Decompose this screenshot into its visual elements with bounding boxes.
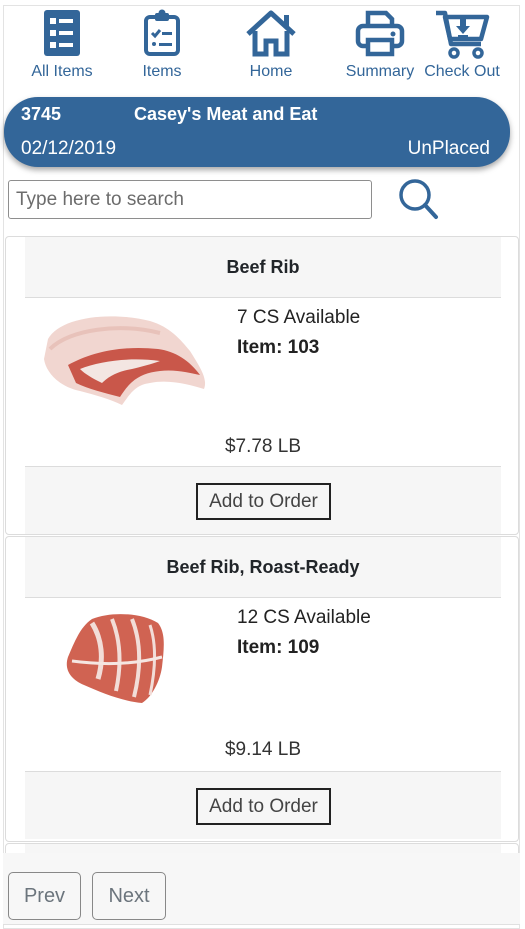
- nav-label: Home: [249, 63, 293, 80]
- pager: Prev Next: [3, 853, 520, 925]
- list-icon: [44, 10, 80, 56]
- product-name: Beef Rib: [25, 237, 501, 298]
- price: $7.78 LB: [224, 436, 302, 457]
- customer-name: Casey's Meat and Eat: [134, 104, 318, 124]
- card-footer: Add to Order: [25, 771, 501, 839]
- top-nav: All Items Items Home Summary Check Out: [0, 5, 525, 83]
- item-number: Item: 103: [237, 337, 320, 358]
- product-list[interactable]: Beef Rib 7 CS Available Item: 103 $7.78 …: [3, 233, 520, 855]
- next-button[interactable]: Next: [92, 872, 166, 920]
- order-number: 3745: [21, 104, 62, 124]
- nav-label: Check Out: [424, 63, 500, 80]
- cart-download-icon: [436, 10, 490, 59]
- product-name: Beef Rib, Roast-Ready: [25, 537, 501, 598]
- nav-label: All Items: [31, 63, 93, 80]
- order-header: 3745 Casey's Meat and Eat 02/12/2019 UnP…: [4, 97, 510, 167]
- clipboard-check-icon: [144, 9, 180, 56]
- nav-items[interactable]: Items: [117, 9, 207, 81]
- card-footer: Add to Order: [25, 466, 501, 534]
- product-card: Beef Rib, Roast-Ready 12 CS Available It…: [5, 536, 519, 842]
- product-card: Beef Rib 7 CS Available Item: 103 $7.78 …: [5, 236, 519, 535]
- nav-label: Items: [142, 63, 182, 80]
- beef-rib-image: [44, 316, 206, 405]
- availability: 7 CS Available: [237, 307, 361, 328]
- printer-icon: [355, 10, 405, 57]
- nav-label: Summary: [345, 63, 415, 80]
- nav-all-items[interactable]: All Items: [17, 9, 107, 81]
- nav-summary[interactable]: Summary: [335, 9, 425, 81]
- beef-rib-roast-ready-image: [66, 614, 164, 703]
- nav-home[interactable]: Home: [226, 9, 316, 81]
- order-date: 02/12/2019: [21, 138, 117, 159]
- search-input[interactable]: [8, 180, 372, 219]
- home-icon: [246, 10, 296, 57]
- order-status: UnPlaced: [407, 138, 490, 159]
- nav-check-out[interactable]: Check Out: [417, 9, 507, 81]
- price: $9.14 LB: [224, 739, 302, 760]
- add-to-order-button[interactable]: Add to Order: [196, 483, 331, 520]
- availability: 12 CS Available: [237, 607, 371, 628]
- item-number: Item: 109: [237, 637, 320, 658]
- search-icon: [399, 179, 438, 219]
- prev-button[interactable]: Prev: [8, 872, 81, 920]
- search-button[interactable]: [394, 176, 444, 222]
- add-to-order-button[interactable]: Add to Order: [196, 788, 331, 825]
